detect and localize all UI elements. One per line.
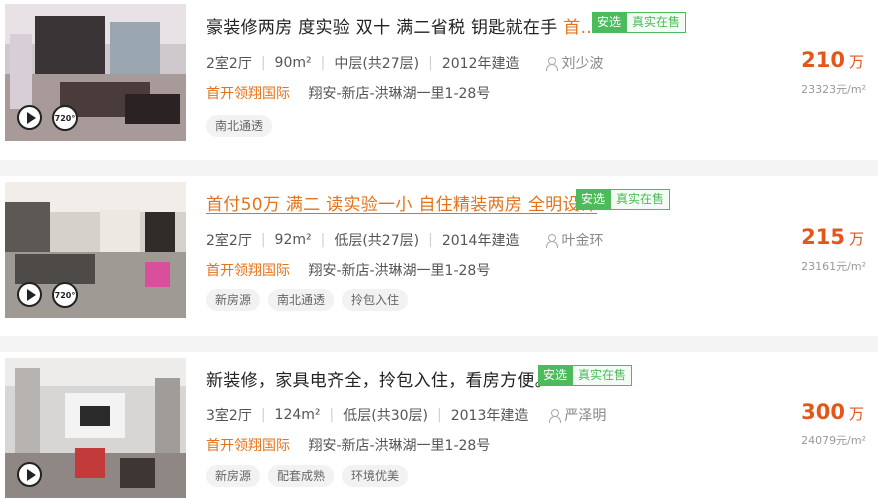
- community-link[interactable]: 首开领翔国际: [206, 263, 290, 279]
- total-price: 300 万: [801, 400, 864, 424]
- agent-name: 叶金环: [561, 233, 604, 249]
- feature-tag: 南北通透: [268, 289, 335, 311]
- badge-group: 安选 真实在售: [576, 189, 671, 210]
- listing-photo[interactable]: [5, 358, 186, 498]
- anxuan-badge: 安选: [592, 12, 627, 33]
- address: 首开领翔国际 翔安-新店-洪琳湖一里1-28号: [206, 260, 490, 280]
- room-layout: 3室2厅: [206, 408, 252, 424]
- agent-name: 严泽明: [564, 408, 607, 424]
- build-year: 2014年建造: [441, 233, 520, 249]
- feature-tags: 南北通透: [206, 115, 280, 137]
- video-play-icon[interactable]: [17, 462, 42, 487]
- badge-group: 安选 真实在售: [538, 365, 633, 386]
- agent[interactable]: 刘少波: [545, 53, 603, 73]
- listing-title[interactable]: 豪装修两房 度实验 双十 满二省税 钥匙就在手 首…: [206, 13, 598, 38]
- person-icon: [545, 233, 559, 248]
- address: 首开领翔国际 翔安-新店-洪琳湖一里1-28号: [206, 83, 490, 103]
- house-info: 2室2厅 | 92m² | 低层(共27层) | 2014年建造 叶金环: [206, 230, 604, 250]
- build-year: 2013年建造: [450, 408, 529, 424]
- panorama-720-icon[interactable]: 720°: [52, 282, 78, 308]
- price-unit: 万: [848, 230, 864, 248]
- floor: 中层(共27层): [334, 56, 420, 72]
- floor: 低层(共30层): [343, 408, 428, 424]
- video-play-icon[interactable]: [17, 105, 42, 130]
- agent[interactable]: 严泽明: [548, 405, 606, 425]
- real-listing-badge: 真实在售: [610, 189, 671, 210]
- area: 92m²: [274, 232, 312, 248]
- community-link[interactable]: 首开领翔国际: [206, 438, 290, 454]
- real-listing-badge: 真实在售: [626, 12, 687, 33]
- feature-tags: 新房源 南北通透 拎包入住: [206, 289, 416, 311]
- price-unit: 万: [848, 53, 864, 71]
- location-text: 翔安-新店-洪琳湖一里1-28号: [308, 263, 491, 279]
- price-value: 300: [801, 400, 845, 424]
- unit-price: 23323元/m²: [801, 83, 866, 96]
- house-info: 3室2厅 | 124m² | 低层(共30层) | 2013年建造 严泽明: [206, 405, 607, 425]
- listing-title[interactable]: 首付50万 满二 读实验一小 自住精装两房 全明设计: [206, 190, 597, 215]
- agent-name: 刘少波: [561, 56, 604, 72]
- area: 124m²: [274, 407, 321, 423]
- address: 首开领翔国际 翔安-新店-洪琳湖一里1-28号: [206, 435, 490, 455]
- listing-title[interactable]: 新装修，家具电齐全，拎包入住，看房方便。: [206, 366, 552, 391]
- anxuan-badge: 安选: [576, 189, 611, 210]
- listing-photo[interactable]: 720°: [5, 182, 186, 318]
- price-unit: 万: [848, 405, 864, 423]
- feature-tag: 新房源: [206, 465, 261, 487]
- build-year: 2012年建造: [441, 56, 520, 72]
- price-value: 210: [801, 48, 845, 72]
- floor: 低层(共27层): [334, 233, 420, 249]
- location-text: 翔安-新店-洪琳湖一里1-28号: [308, 438, 491, 454]
- divider: [0, 160, 878, 176]
- agent[interactable]: 叶金环: [545, 230, 603, 250]
- location-text: 翔安-新店-洪琳湖一里1-28号: [308, 86, 491, 102]
- room-layout: 2室2厅: [206, 56, 252, 72]
- feature-tag: 南北通透: [206, 115, 273, 137]
- feature-tag: 配套成熟: [268, 465, 335, 487]
- video-play-icon[interactable]: [17, 282, 42, 307]
- divider: [0, 336, 878, 352]
- person-icon: [548, 408, 562, 423]
- total-price: 210 万: [801, 48, 864, 72]
- feature-tag: 新房源: [206, 289, 261, 311]
- real-listing-badge: 真实在售: [572, 365, 633, 386]
- community-link[interactable]: 首开领翔国际: [206, 86, 290, 102]
- listing-photo[interactable]: 720°: [5, 4, 186, 141]
- price-value: 215: [801, 225, 845, 249]
- house-info: 2室2厅 | 90m² | 中层(共27层) | 2012年建造 刘少波: [206, 53, 604, 73]
- listing-card[interactable]: 新装修，家具电齐全，拎包入住，看房方便。 安选 真实在售 3室2厅 | 124m²…: [0, 352, 878, 498]
- feature-tag: 环境优美: [342, 465, 409, 487]
- feature-tag: 拎包入住: [342, 289, 409, 311]
- badge-group: 安选 真实在售: [592, 12, 687, 33]
- unit-price: 23161元/m²: [801, 260, 866, 273]
- total-price: 215 万: [801, 225, 864, 249]
- anxuan-badge: 安选: [538, 365, 573, 386]
- listing-card[interactable]: 720° 首付50万 满二 读实验一小 自住精装两房 全明设计 安选 真实在售 …: [0, 176, 878, 336]
- person-icon: [545, 56, 559, 71]
- room-layout: 2室2厅: [206, 233, 252, 249]
- feature-tags: 新房源 配套成熟 环境优美: [206, 465, 416, 487]
- panorama-720-icon[interactable]: 720°: [52, 105, 78, 131]
- unit-price: 24079元/m²: [801, 434, 866, 447]
- area: 90m²: [274, 55, 312, 71]
- listing-card[interactable]: 720° 豪装修两房 度实验 双十 满二省税 钥匙就在手 首… 安选 真实在售 …: [0, 0, 878, 160]
